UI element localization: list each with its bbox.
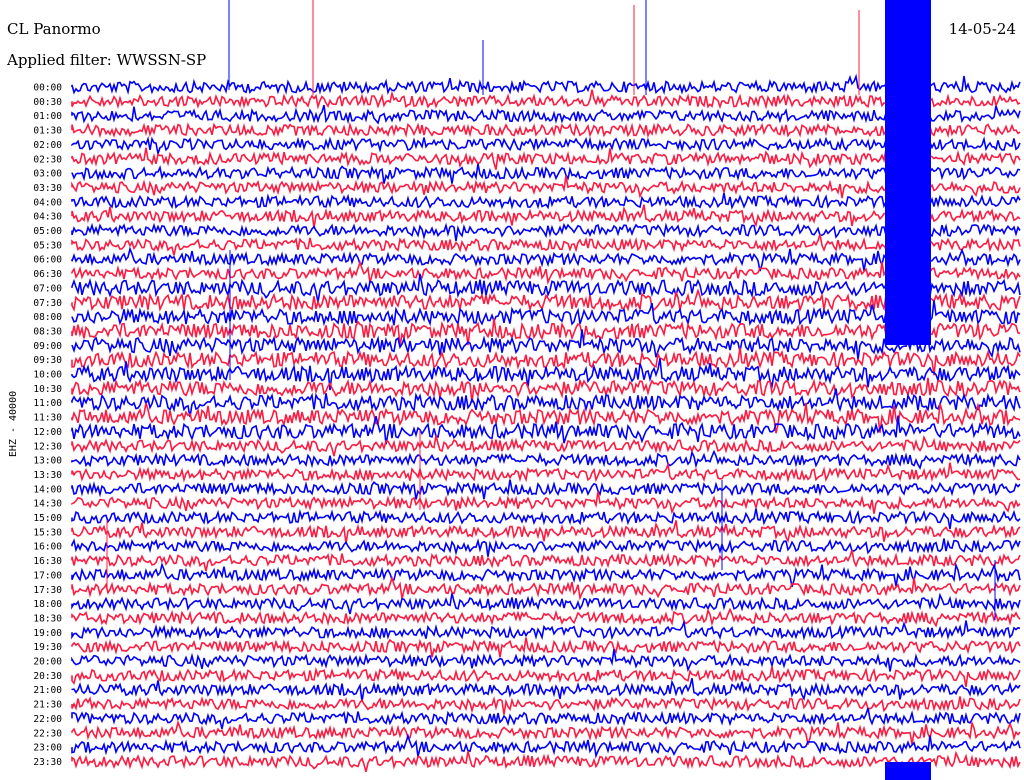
row-label: 01:00	[33, 111, 62, 122]
trace-row	[71, 136, 1021, 157]
trace-row	[71, 678, 1021, 702]
row-label: 16:00	[33, 542, 62, 553]
row-label: 11:30	[33, 413, 62, 424]
trace-row	[71, 695, 1021, 715]
trace-row	[71, 204, 1021, 229]
row-label: 20:00	[33, 657, 62, 668]
row-label: 00:30	[33, 97, 62, 108]
row-label: 02:30	[33, 154, 62, 165]
trace-row	[71, 666, 1021, 687]
trace-row	[71, 146, 1021, 170]
row-label: 06:00	[33, 255, 62, 266]
row-label: 09:30	[33, 355, 62, 366]
trace-row	[71, 750, 1021, 773]
row-label: 06:30	[33, 269, 62, 280]
row-label: 04:30	[33, 212, 62, 223]
row-label: 07:30	[33, 298, 62, 309]
trace-row	[71, 619, 1021, 641]
trace-row	[71, 121, 1021, 139]
trace-row	[71, 222, 1021, 242]
row-label: 12:30	[33, 441, 62, 452]
trace-row	[71, 89, 1021, 110]
row-label: 14:00	[33, 484, 62, 495]
row-label: 18:00	[33, 599, 62, 610]
row-label: 19:00	[33, 628, 62, 639]
trace-row	[71, 104, 1021, 125]
row-label: 22:30	[33, 728, 62, 739]
row-label: 21:30	[33, 700, 62, 711]
row-label: 20:30	[33, 671, 62, 682]
trace-row	[71, 479, 1021, 500]
row-label: 19:30	[33, 642, 62, 653]
trace-row	[71, 246, 1021, 272]
trace-row	[71, 575, 1021, 601]
row-label: 17:30	[33, 585, 62, 596]
row-label: 00:00	[33, 83, 62, 94]
trace-row	[71, 592, 1021, 615]
row-label: 21:00	[33, 685, 62, 696]
saturated-block	[885, 0, 931, 345]
row-label: 07:00	[33, 283, 62, 294]
row-label: 16:30	[33, 556, 62, 567]
y-axis-label: EHZ - 40000	[8, 391, 19, 457]
trace-row	[71, 491, 1021, 515]
seismic-traces	[71, 0, 1021, 780]
row-label: 15:00	[33, 513, 62, 524]
trace-row	[71, 175, 1021, 199]
trace-row	[71, 649, 1021, 673]
row-label: 13:30	[33, 470, 62, 481]
time-row-labels: 00:00 00:30 01:00 01:30 02:00 02:30 03:00 03:30…	[33, 83, 62, 768]
row-label: 08:30	[33, 326, 62, 337]
row-label: 11:00	[33, 398, 62, 409]
row-label: 10:30	[33, 384, 62, 395]
row-label: 01:30	[33, 126, 62, 137]
row-label: 05:00	[33, 226, 62, 237]
row-label: 23:30	[33, 757, 62, 768]
row-label: 08:00	[33, 312, 62, 323]
trace-row	[71, 538, 1021, 557]
row-label: 23:00	[33, 743, 62, 754]
row-label: 18:30	[33, 613, 62, 624]
row-label: 12:00	[33, 427, 62, 438]
row-label: 05:30	[33, 240, 62, 251]
row-label: 13:00	[33, 456, 62, 467]
row-label: 15:30	[33, 527, 62, 538]
row-label: 17:00	[33, 570, 62, 581]
trace-row	[71, 719, 1021, 745]
trace-row	[71, 259, 1021, 286]
trace-row	[71, 434, 1021, 457]
helicorder-plot: 00:00 00:30 01:00 01:30 02:00 02:30 03:00 03:30…	[8, 0, 1021, 780]
row-label: 14:30	[33, 499, 62, 510]
row-label: 03:30	[33, 183, 62, 194]
trace-row	[71, 192, 1021, 214]
trace-row	[71, 561, 1021, 588]
row-label: 09:00	[33, 341, 62, 352]
saturated-block-bottom	[885, 762, 931, 780]
trace-row	[71, 607, 1021, 628]
trace-row	[71, 163, 1021, 184]
trace-row	[71, 449, 1021, 470]
trace-row	[71, 707, 1021, 730]
row-label: 03:00	[33, 169, 62, 180]
trace-row	[71, 520, 1021, 544]
trace-row	[71, 549, 1021, 572]
trace-row	[71, 288, 1021, 316]
row-label: 04:00	[33, 197, 62, 208]
row-label: 22:00	[33, 714, 62, 725]
row-label: 02:00	[33, 140, 62, 151]
row-label: 10:00	[33, 370, 62, 381]
trace-row	[71, 73, 1021, 96]
